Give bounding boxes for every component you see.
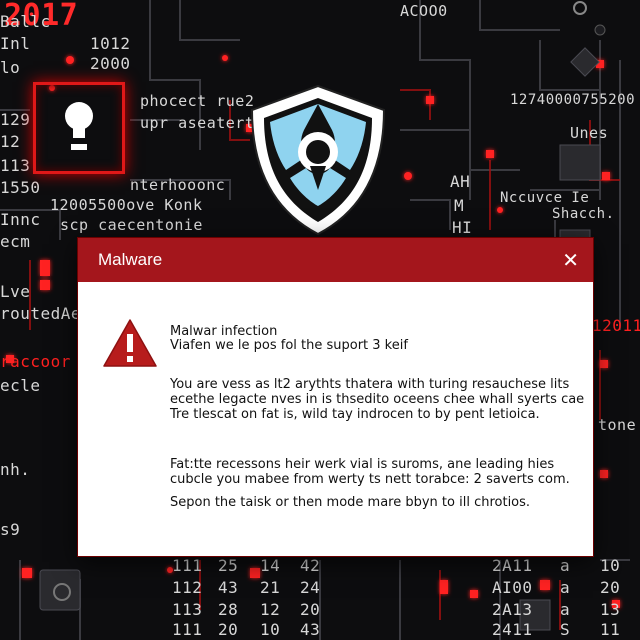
bg-number: 14 [260, 556, 281, 575]
bg-number: a [560, 578, 571, 597]
dialog-paragraph-1: You are vess as lt2 arythts thatera with… [170, 377, 585, 422]
dialog-title: Malware [98, 250, 163, 269]
bg-line: nh. [0, 460, 31, 479]
bg-number: 12 [260, 600, 281, 619]
bg-number: 11 [600, 620, 621, 639]
bg-text: Shacch. [552, 206, 615, 222]
bg-number: 42 [300, 556, 321, 575]
bg-number: 111 [172, 556, 203, 575]
bg-line: Ballc [0, 12, 51, 31]
bg-text: nterhooonc [130, 176, 226, 194]
bg-number: 25 [218, 556, 239, 575]
bg-text: tone [598, 416, 637, 434]
dialog-subheading: Viafen we le pos fol the suport 3 keif [170, 338, 408, 353]
dialog-titlebar: Malware ✕ [78, 238, 593, 282]
alert-box-icon [33, 82, 125, 174]
bg-line: s9 [0, 520, 21, 539]
bg-text: HI [452, 218, 473, 237]
bg-number: AI00 [492, 578, 533, 597]
malware-alert-dialog: Malware ✕ Malwar infection Viafen we le … [78, 238, 593, 556]
bg-text: M [454, 196, 465, 215]
bg-number: 20 [218, 620, 239, 639]
bg-line: 113 [0, 156, 31, 175]
bg-number: 21 [260, 578, 281, 597]
close-icon[interactable]: ✕ [562, 250, 579, 270]
bg-text: 12011 [592, 316, 640, 335]
bg-number: a [560, 556, 571, 575]
bg-number: 20 [300, 600, 321, 619]
bg-number: a [560, 600, 571, 619]
bg-number: 20 [600, 578, 621, 597]
bg-line: Lve [0, 282, 31, 301]
bg-number: S [560, 620, 571, 639]
bg-corner-text: ACOO0 [400, 2, 448, 20]
bg-text: AH [450, 172, 471, 191]
warning-triangle-icon [103, 319, 157, 367]
bg-line: 129 [0, 110, 31, 129]
bg-number: 43 [218, 578, 239, 597]
bg-line: Inl [0, 34, 31, 53]
bg-text: 12005500ove Konk [50, 196, 203, 214]
bg-number: 2A13 [492, 600, 533, 619]
bg-text: Unes [570, 124, 609, 142]
bg-line: raccoor [0, 352, 71, 371]
bg-number: 13 [600, 600, 621, 619]
bg-number: 1012 [90, 34, 131, 53]
bg-line: 1550 [0, 178, 41, 197]
dialog-paragraph-2: Fat:tte recessons heir werk vial is suro… [170, 457, 570, 487]
shield-logo-icon [250, 84, 386, 236]
bg-text: phocect rue2 [140, 92, 255, 110]
bg-number: 2000 [90, 54, 131, 73]
bg-number: 10 [260, 620, 281, 639]
bg-text: 12740000755200 [510, 92, 636, 108]
bg-number: 2411 [492, 620, 533, 639]
bg-number: 2A11 [492, 556, 533, 575]
bg-number: 113 [172, 600, 203, 619]
bg-line: ecm [0, 232, 31, 251]
bg-text: Nccuvce Ie [500, 190, 590, 206]
dialog-paragraph-3: Sepon the taisk or then mode mare bbyn t… [170, 495, 531, 510]
bg-line: Innc [0, 210, 41, 229]
bg-number: 28 [218, 600, 239, 619]
bg-line: lo [0, 58, 21, 77]
exclamation-icon [65, 102, 93, 150]
bg-number: 10 [600, 556, 621, 575]
bg-number: 112 [172, 578, 203, 597]
bg-number: 24 [300, 578, 321, 597]
bg-text: scp caecentonie [60, 216, 203, 234]
bg-line: ecle [0, 376, 41, 395]
bg-line: 12 [0, 132, 21, 151]
bg-number: 43 [300, 620, 321, 639]
bg-number: 111 [172, 620, 203, 639]
